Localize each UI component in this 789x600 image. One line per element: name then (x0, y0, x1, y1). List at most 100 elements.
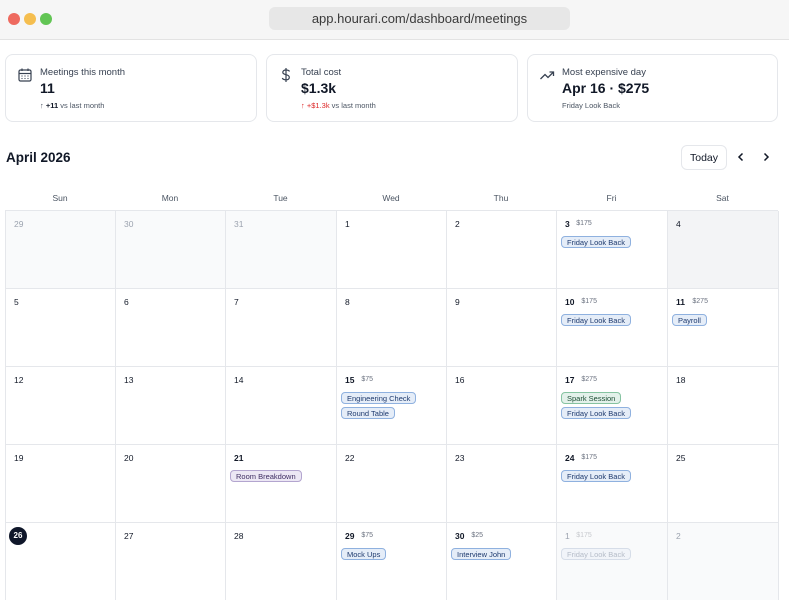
day-number: 21 (234, 453, 244, 463)
close-window-button[interactable] (8, 13, 20, 25)
calendar-day-cell[interactable]: 29 (6, 211, 116, 289)
stat-delta: ↑ +11 vs last month (40, 101, 105, 110)
calendar-day-cell[interactable]: 9 (447, 289, 557, 367)
day-number: 13 (124, 375, 134, 385)
calendar-day-cell[interactable]: 5 (6, 289, 116, 367)
event-chip[interactable]: Spark Session (561, 392, 622, 404)
minimize-window-button[interactable] (24, 13, 36, 25)
weekday-label: Sun (52, 193, 68, 203)
stat-card-total-cost: Total cost $1.3k ↑ +$1.3k vs last month (266, 54, 518, 122)
event-chip[interactable]: Round Table (341, 407, 395, 419)
day-cost: $275 (692, 298, 708, 305)
calendar-day-cell[interactable]: 4 (668, 211, 779, 289)
event-chip[interactable]: Payroll (672, 314, 707, 326)
day-number: 31 (234, 219, 244, 229)
maximize-window-button[interactable] (40, 13, 52, 25)
calendar-day-cell[interactable]: 14 (226, 367, 337, 445)
calendar-day-cell[interactable]: 29 $75 Mock Ups (337, 523, 447, 600)
weekday-label: Mon (161, 193, 179, 203)
day-number: 19 (14, 453, 24, 463)
calendar-day-cell[interactable]: 13 (116, 367, 226, 445)
calendar-day-cell[interactable]: 3 $175 Friday Look Back (557, 211, 668, 289)
event-chip[interactable]: Friday Look Back (561, 314, 631, 326)
stat-label: Most expensive day (562, 67, 646, 78)
day-number: 17 (565, 375, 575, 385)
day-number: 1 (565, 531, 570, 541)
stat-delta: ↑ +$1.3k vs last month (301, 101, 376, 110)
day-number: 10 (565, 297, 575, 307)
chevron-right-icon[interactable] (759, 150, 773, 164)
calendar-grid: 29 30 31 1 2 3 $175 Friday Look Back 4 5 6 7 8 9 10 $17… (5, 210, 779, 600)
calendar-day-cell[interactable]: 8 (337, 289, 447, 367)
calendar-day-cell[interactable]: 25 (668, 445, 779, 523)
trending-up-icon (540, 71, 555, 80)
event-chip[interactable]: Friday Look Back (561, 236, 631, 248)
day-number: 24 (565, 453, 575, 463)
day-number: 23 (455, 453, 465, 463)
day-number: 29 (345, 531, 355, 541)
event-chip[interactable]: Friday Look Back (561, 407, 631, 419)
calendar-day-cell[interactable]: 19 (6, 445, 116, 523)
event-chip[interactable]: Friday Look Back (561, 548, 631, 560)
event-chip[interactable]: Mock Ups (341, 548, 387, 560)
event-chip[interactable]: Room Breakdown (230, 470, 302, 482)
calendar-day-cell[interactable]: 20 (116, 445, 226, 523)
weekday-label: Tue (273, 193, 288, 203)
event-chip[interactable]: Interview John (451, 548, 512, 560)
day-number: 30 (455, 531, 465, 541)
day-number: 2 (676, 531, 681, 541)
day-cost: $175 (576, 532, 592, 539)
day-cost: $25 (471, 532, 484, 539)
calendar-day-cell[interactable]: 16 (447, 367, 557, 445)
calendar-day-cell[interactable]: 15 $75 Engineering Check Round Table (337, 367, 447, 445)
calendar-day-cell[interactable]: 22 (337, 445, 447, 523)
calendar-day-cell[interactable]: 28 (226, 523, 337, 600)
day-number: 8 (345, 297, 350, 307)
day-cost: $75 (361, 532, 374, 539)
stat-detail: Friday Look Back (562, 101, 620, 110)
day-cost: $175 (581, 298, 597, 305)
calendar-day-cell[interactable]: 11 $275 Payroll (668, 289, 779, 367)
calendar-day-cell[interactable]: 23 (447, 445, 557, 523)
day-number: 14 (234, 375, 244, 385)
calendar-day-cell[interactable]: 21 Room Breakdown (226, 445, 337, 523)
calendar-day-cell[interactable]: 18 (668, 367, 779, 445)
calendar-day-cell[interactable]: 1 (337, 211, 447, 289)
day-number: 29 (14, 219, 24, 229)
calendar-day-cell[interactable]: 6 (116, 289, 226, 367)
today-button[interactable]: Today (681, 145, 727, 170)
calendar-day-cell[interactable]: 10 $175 Friday Look Back (557, 289, 668, 367)
calendar-day-cell[interactable]: 27 (116, 523, 226, 600)
calendar-day-cell[interactable]: 30 (116, 211, 226, 289)
day-number: 28 (234, 531, 244, 541)
calendar-day-cell[interactable]: 2 (668, 523, 779, 600)
day-number: 3 (565, 219, 570, 229)
calendar-day-cell[interactable]: 1 $175 Friday Look Back (557, 523, 668, 600)
stat-value: 11 (40, 80, 55, 96)
weekday-label: Sat (716, 193, 729, 203)
address-bar[interactable]: app.hourari.com/dashboard/meetings (269, 7, 570, 30)
calendar-day-cell[interactable]: 7 (226, 289, 337, 367)
calendar-day-cell[interactable]: 31 (226, 211, 337, 289)
day-number: 6 (124, 297, 129, 307)
event-chip[interactable]: Engineering Check (341, 392, 417, 404)
calendar-day-cell[interactable]: 24 $175 Friday Look Back (557, 445, 668, 523)
calendar-day-cell[interactable]: 26 (6, 523, 116, 600)
weekday-label: Thu (493, 193, 509, 203)
day-number: 18 (676, 375, 686, 385)
chevron-left-icon[interactable] (734, 150, 748, 164)
stat-label: Meetings this month (40, 67, 126, 78)
calendar-day-cell[interactable]: 17 $275 Spark Session Friday Look Back (557, 367, 668, 445)
day-number: 1 (345, 219, 350, 229)
calendar-day-cell[interactable]: 12 (6, 367, 116, 445)
calendar-day-cell[interactable]: 30 $25 Interview John (447, 523, 557, 600)
day-number: 11 (676, 297, 685, 307)
day-cost: $175 (576, 220, 592, 227)
day-number: 20 (124, 453, 134, 463)
day-number: 5 (14, 297, 19, 307)
month-title: April 2026 (6, 150, 71, 165)
weekday-label: Wed (382, 193, 400, 203)
stat-card-most-expensive-day: Most expensive day Apr 16 · $275 Friday … (527, 54, 778, 122)
event-chip[interactable]: Friday Look Back (561, 470, 631, 482)
calendar-day-cell[interactable]: 2 (447, 211, 557, 289)
